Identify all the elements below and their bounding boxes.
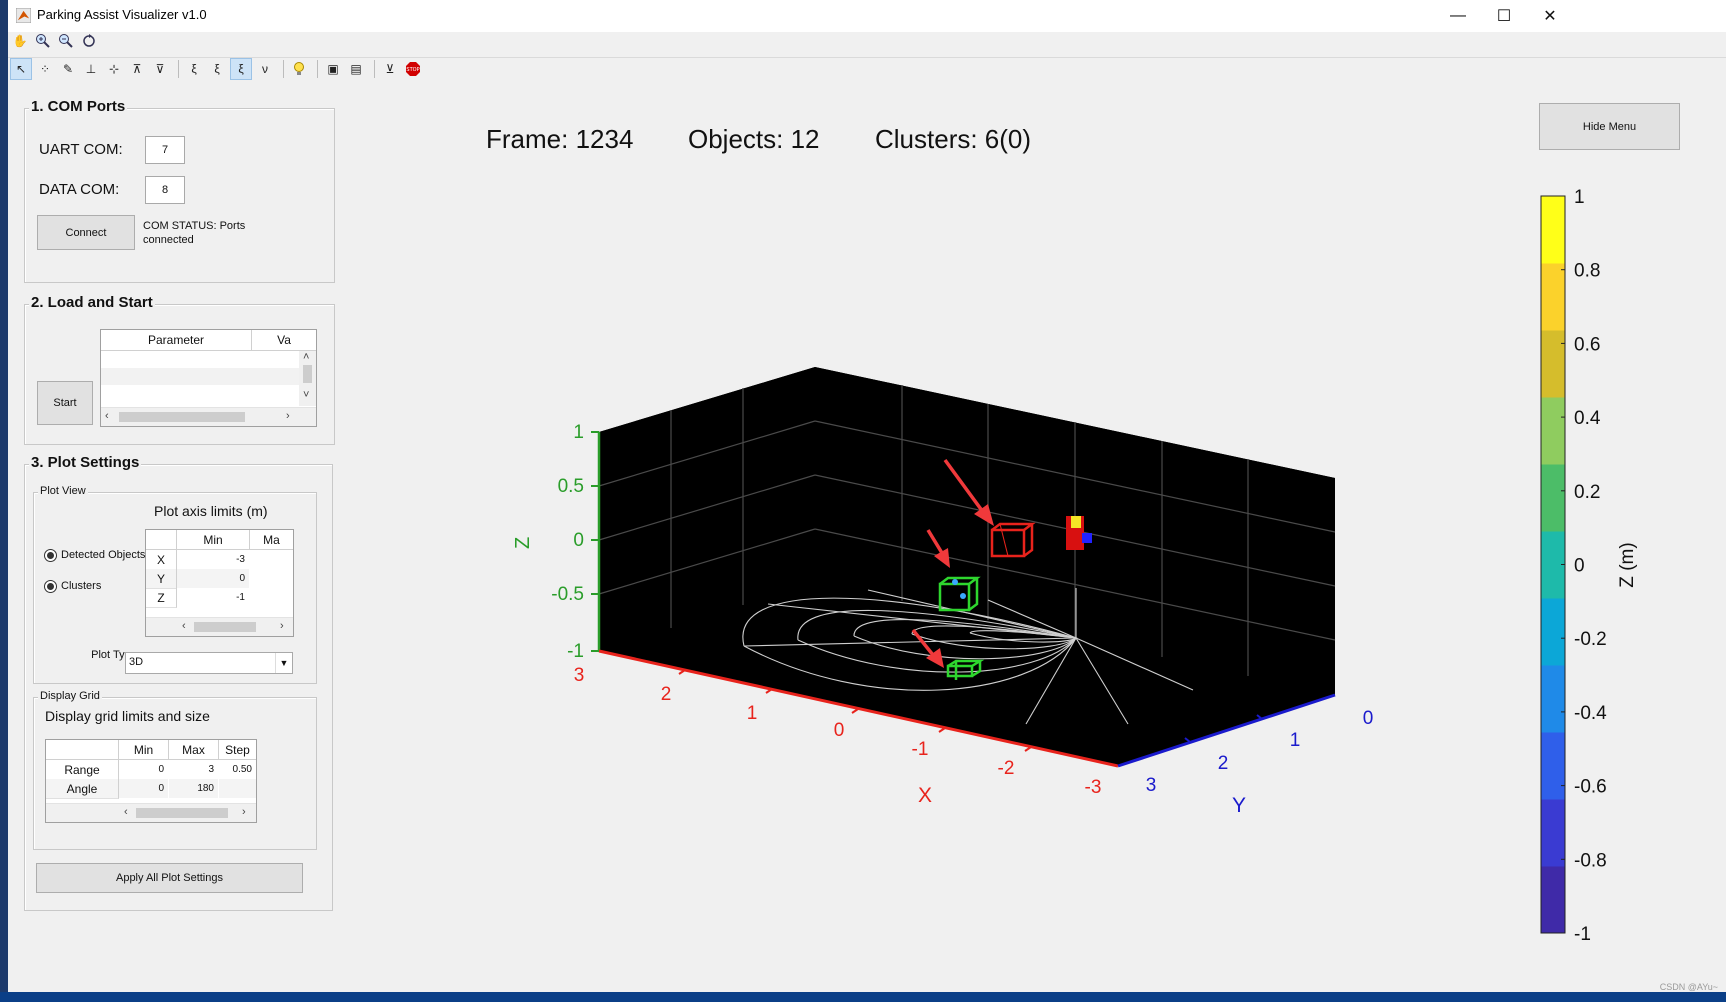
colorbar-tick-label: 0.8 — [1574, 261, 1600, 282]
x-tick-label: -3 — [1085, 777, 1102, 798]
y-tick-label: 2 — [1218, 753, 1229, 774]
x-axis-label: X — [918, 784, 932, 807]
colorbar-segment — [1541, 196, 1565, 264]
x-tick-label: 0 — [834, 720, 845, 741]
plot-3d[interactable]: 1 0.5 0 -0.5 -1 Z 3 2 1 0 -1 -2 -3 X 3 2… — [8, 0, 1726, 992]
z-tick-label: 0.5 — [558, 476, 584, 497]
x-tick-label: 3 — [574, 665, 585, 686]
watermark-text: CSDN @AYu~ — [1659, 982, 1718, 992]
y-tick-label: 1 — [1290, 730, 1301, 751]
x-tick-label: 1 — [747, 703, 758, 724]
colorbar-segment — [1541, 665, 1565, 733]
z-tick-label: 0 — [573, 530, 584, 551]
colorbar — [1540, 195, 1566, 934]
colorbar-tick-label: 0.6 — [1574, 334, 1600, 355]
colorbar-tick-label: 0.4 — [1574, 408, 1601, 429]
colorbar-tick-label: -0.8 — [1574, 850, 1607, 871]
colorbar-tick-label: 0 — [1574, 556, 1585, 577]
y-tick-label: 3 — [1146, 775, 1157, 796]
y-tick-label: 0 — [1363, 708, 1374, 729]
z-axis-label: Z — [512, 537, 534, 549]
y-axis-label: Y — [1232, 794, 1246, 817]
colorbar-tick-label: -0.6 — [1574, 777, 1607, 798]
x-tick-label: 2 — [661, 684, 672, 705]
x-tick-label: -2 — [998, 758, 1015, 779]
colorbar-segment — [1541, 397, 1565, 465]
colorbar-segment — [1541, 330, 1565, 398]
colorbar-segment — [1541, 799, 1565, 867]
colorbar-segment — [1541, 598, 1565, 666]
colorbar-segment — [1541, 732, 1565, 800]
colorbar-tick-label: -1 — [1574, 924, 1591, 945]
taskbar-strip — [0, 992, 1726, 1002]
z-tick-label: -0.5 — [551, 584, 584, 605]
x-tick-label: -1 — [912, 739, 929, 760]
colorbar-tick-label: -0.4 — [1574, 703, 1607, 724]
colorbar-tick-label: -0.2 — [1574, 629, 1607, 650]
colorbar-segment — [1541, 464, 1565, 532]
colorbar-tick-label: 1 — [1574, 187, 1585, 208]
colorbar-segment — [1541, 263, 1565, 331]
app-window: Parking Assist Visualizer v1.0 — ☐ ✕ ✋ ↖… — [8, 0, 1726, 992]
colorbar-label: Z (m) — [1617, 542, 1638, 587]
z-tick-label: -1 — [567, 641, 584, 662]
z-tick-label: 1 — [573, 422, 584, 443]
colorbar-tick-label: 0.2 — [1574, 482, 1600, 503]
colorbar-segment — [1541, 866, 1565, 934]
